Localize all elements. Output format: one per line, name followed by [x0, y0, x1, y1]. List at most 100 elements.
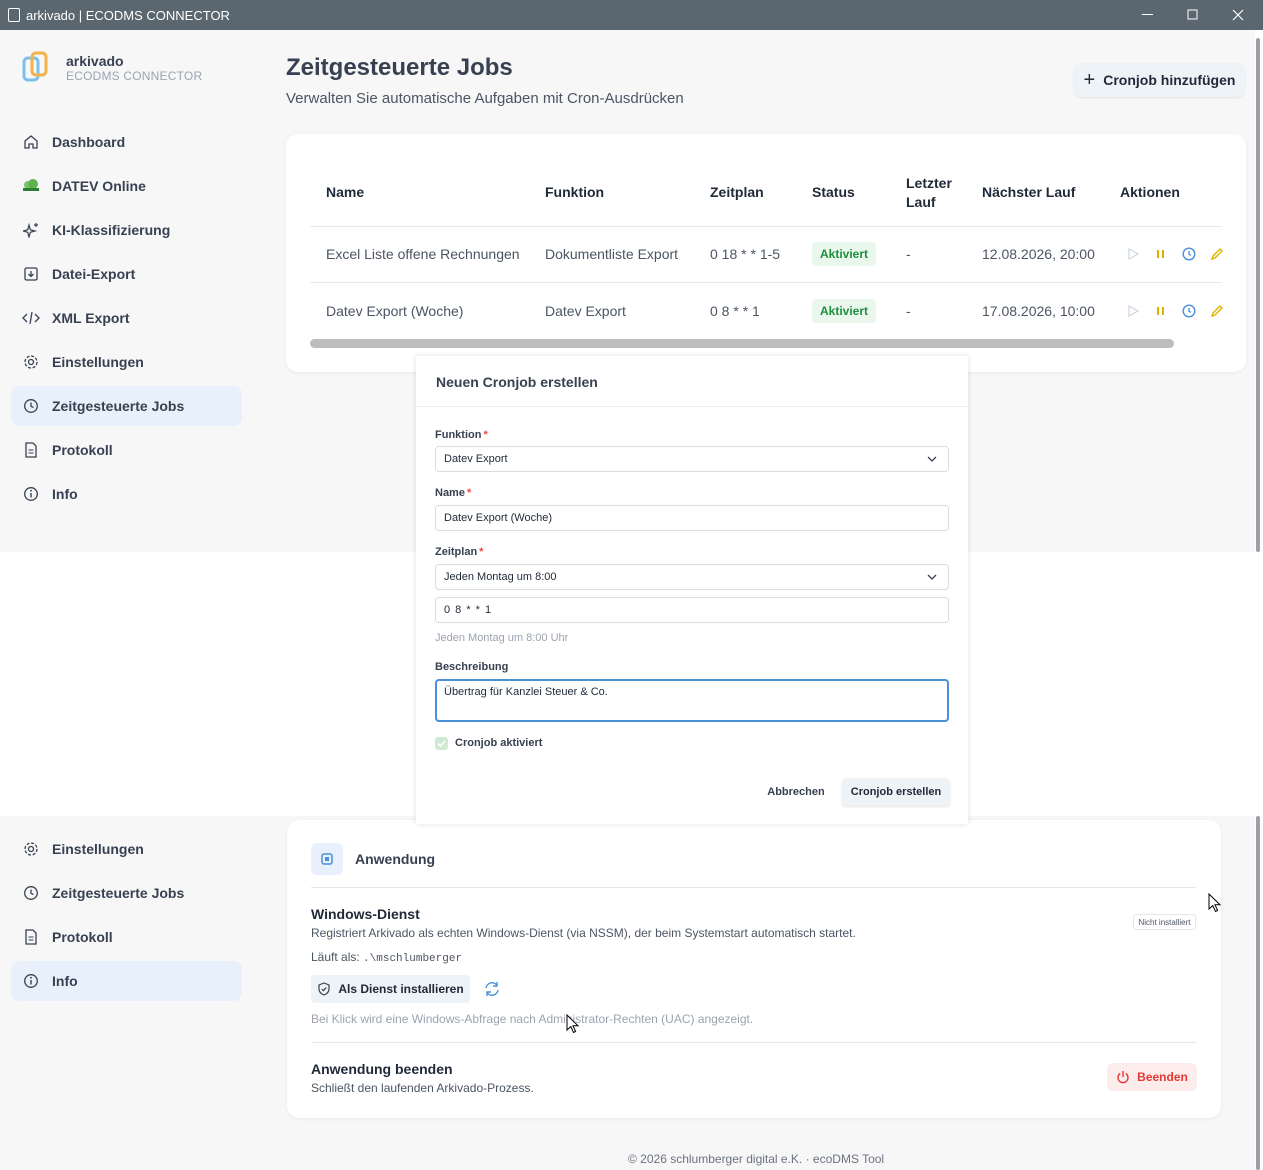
sidebar-item-label: KI-Klassifizierung — [52, 222, 171, 238]
horizontal-scrollbar[interactable] — [310, 339, 1174, 348]
sidebar-item-datei-export[interactable]: Datei-Export — [11, 254, 242, 294]
minimize-icon[interactable] — [1125, 0, 1171, 30]
vertical-scrollbar[interactable] — [1255, 30, 1261, 552]
close-icon[interactable] — [1215, 0, 1261, 30]
sidebar-item-dashboard[interactable]: Dashboard — [11, 122, 242, 162]
page-title: Zeitgesteuerte Jobs — [286, 54, 513, 81]
clock-history-icon[interactable] — [1181, 303, 1197, 319]
column-header-name[interactable]: Name — [326, 184, 364, 200]
pause-icon[interactable] — [1153, 246, 1169, 262]
sidebar-item-xml-export[interactable]: XML Export — [11, 298, 242, 338]
quit-description: Schließt den laufenden Arkivado-Prozess. — [311, 1081, 534, 1095]
play-icon[interactable] — [1125, 246, 1141, 262]
home-icon — [22, 133, 40, 151]
sidebar-item-label: DATEV Online — [52, 178, 146, 194]
clock-icon — [22, 397, 40, 415]
sidebar-item-label: Protokoll — [52, 442, 113, 458]
sidebar-item-einstellungen[interactable]: Einstellungen — [11, 829, 242, 869]
column-header-zeitplan[interactable]: Zeitplan — [710, 184, 764, 200]
cell-letzter-lauf: - — [906, 246, 911, 262]
aktiv-checkbox-label[interactable]: Cronjob aktiviert — [455, 737, 542, 749]
chevron-down-icon — [926, 571, 938, 586]
sidebar-item-label: Protokoll — [52, 929, 113, 945]
sidebar-item-ki-klassifizierung[interactable]: KI-Klassifizierung — [11, 210, 242, 250]
edit-icon[interactable] — [1209, 303, 1225, 319]
row-divider — [310, 282, 1222, 283]
code-icon — [22, 309, 40, 327]
window-title: arkivado | ECODMS CONNECTOR — [26, 7, 230, 23]
quit-button-label: Beenden — [1137, 1070, 1188, 1084]
document-icon — [22, 928, 40, 946]
cron-hint: Jeden Montag um 8:00 Uhr — [435, 632, 569, 644]
quit-title: Anwendung beenden — [311, 1061, 453, 1077]
gear-icon — [22, 840, 40, 858]
install-service-button[interactable]: Als Dienst installieren — [311, 975, 470, 1003]
runs-as-value: .\mschlumberger — [363, 953, 463, 965]
sidebar-item-label: Datei-Export — [52, 266, 136, 282]
status-badge: Aktiviert — [812, 299, 877, 323]
aktiv-checkbox[interactable] — [435, 737, 448, 750]
name-input[interactable]: Datev Export (Woche) — [435, 505, 949, 531]
app-icon — [8, 8, 20, 22]
section-divider — [311, 887, 1196, 888]
zeitplan-select[interactable]: Jeden Montag um 8:00 — [435, 564, 949, 590]
chip-icon — [311, 843, 343, 875]
vertical-scrollbar-lower[interactable] — [1255, 816, 1261, 1170]
service-title: Windows-Dienst — [311, 906, 420, 922]
column-header-letzter-lauf[interactable]: Letzter Lauf — [906, 174, 952, 212]
sidebar-item-label: XML Export — [52, 310, 130, 326]
pause-icon[interactable] — [1153, 303, 1169, 319]
funktion-label: Funktion * — [435, 429, 488, 441]
cron-expression-input[interactable]: 0 8 * * 1 — [435, 597, 949, 623]
add-cronjob-button[interactable]: + Cronjob hinzufügen — [1074, 63, 1245, 97]
dialog-divider — [416, 406, 968, 407]
edit-icon[interactable] — [1209, 246, 1225, 262]
clock-icon — [22, 884, 40, 902]
shield-check-icon — [317, 982, 331, 996]
runs-as-label: Läuft als: — [311, 950, 360, 964]
sidebar-item-einstellungen[interactable]: Einstellungen — [11, 342, 242, 382]
info-icon — [22, 972, 40, 990]
sidebar-item-datev-online[interactable]: DATEV Online — [11, 166, 242, 206]
cell-funktion: Datev Export — [545, 303, 626, 319]
create-cronjob-button[interactable]: Cronjob erstellen — [842, 778, 950, 806]
sidebar-item-info[interactable]: Info — [11, 961, 242, 1001]
plus-icon: + — [1083, 69, 1096, 91]
document-icon — [22, 441, 40, 459]
beschreibung-label: Beschreibung — [435, 661, 509, 673]
window-titlebar: arkivado | ECODMS CONNECTOR — [0, 0, 1263, 30]
sidebar-item-info[interactable]: Info — [11, 474, 242, 514]
maximize-icon[interactable] — [1170, 0, 1216, 30]
status-badge: Nicht installiert — [1133, 914, 1196, 930]
cell-naechster-lauf: 12.08.2026, 20:00 — [982, 246, 1095, 262]
sidebar-item-zeitgesteuerte-jobs[interactable]: Zeitgesteuerte Jobs — [11, 873, 242, 913]
name-label: Name * — [435, 487, 472, 499]
column-header-aktionen: Aktionen — [1120, 184, 1180, 200]
cron-expression-value: 0 8 * * 1 — [444, 604, 493, 616]
quit-button[interactable]: Beenden — [1107, 1063, 1197, 1091]
sidebar-item-label: Info — [52, 486, 78, 502]
column-header-naechster-lauf[interactable]: Nächster Lauf — [982, 184, 1075, 200]
play-icon[interactable] — [1125, 303, 1141, 319]
info-icon — [22, 485, 40, 503]
chevron-down-icon — [926, 453, 938, 468]
cell-name: Excel Liste offene Rechnungen — [326, 246, 520, 262]
cell-naechster-lauf: 17.08.2026, 10:00 — [982, 303, 1095, 319]
dialog-title: Neuen Cronjob erstellen — [436, 374, 598, 390]
zeitplan-label: Zeitplan * — [435, 546, 484, 558]
refresh-icon[interactable] — [483, 980, 501, 998]
sidebar-item-zeitgesteuerte-jobs[interactable]: Zeitgesteuerte Jobs — [11, 386, 242, 426]
uac-note: Bei Klick wird eine Windows-Abfrage nach… — [311, 1012, 754, 1026]
sidebar-item-protokoll[interactable]: Protokoll — [11, 430, 242, 470]
column-header-status[interactable]: Status — [812, 184, 855, 200]
sidebar-item-label: Zeitgesteuerte Jobs — [52, 398, 185, 414]
funktion-select[interactable]: Datev Export — [435, 446, 949, 472]
status-badge: Aktiviert — [812, 242, 877, 266]
sidebar-item-label: Info — [52, 973, 78, 989]
cancel-button[interactable]: Abbrechen — [760, 778, 832, 806]
clock-history-icon[interactable] — [1181, 246, 1197, 262]
column-header-funktion[interactable]: Funktion — [545, 184, 604, 200]
cell-letzter-lauf: - — [906, 303, 911, 319]
beschreibung-textarea[interactable]: Übertrag für Kanzlei Steuer & Co. — [435, 679, 949, 722]
sidebar-item-protokoll[interactable]: Protokoll — [11, 917, 242, 957]
